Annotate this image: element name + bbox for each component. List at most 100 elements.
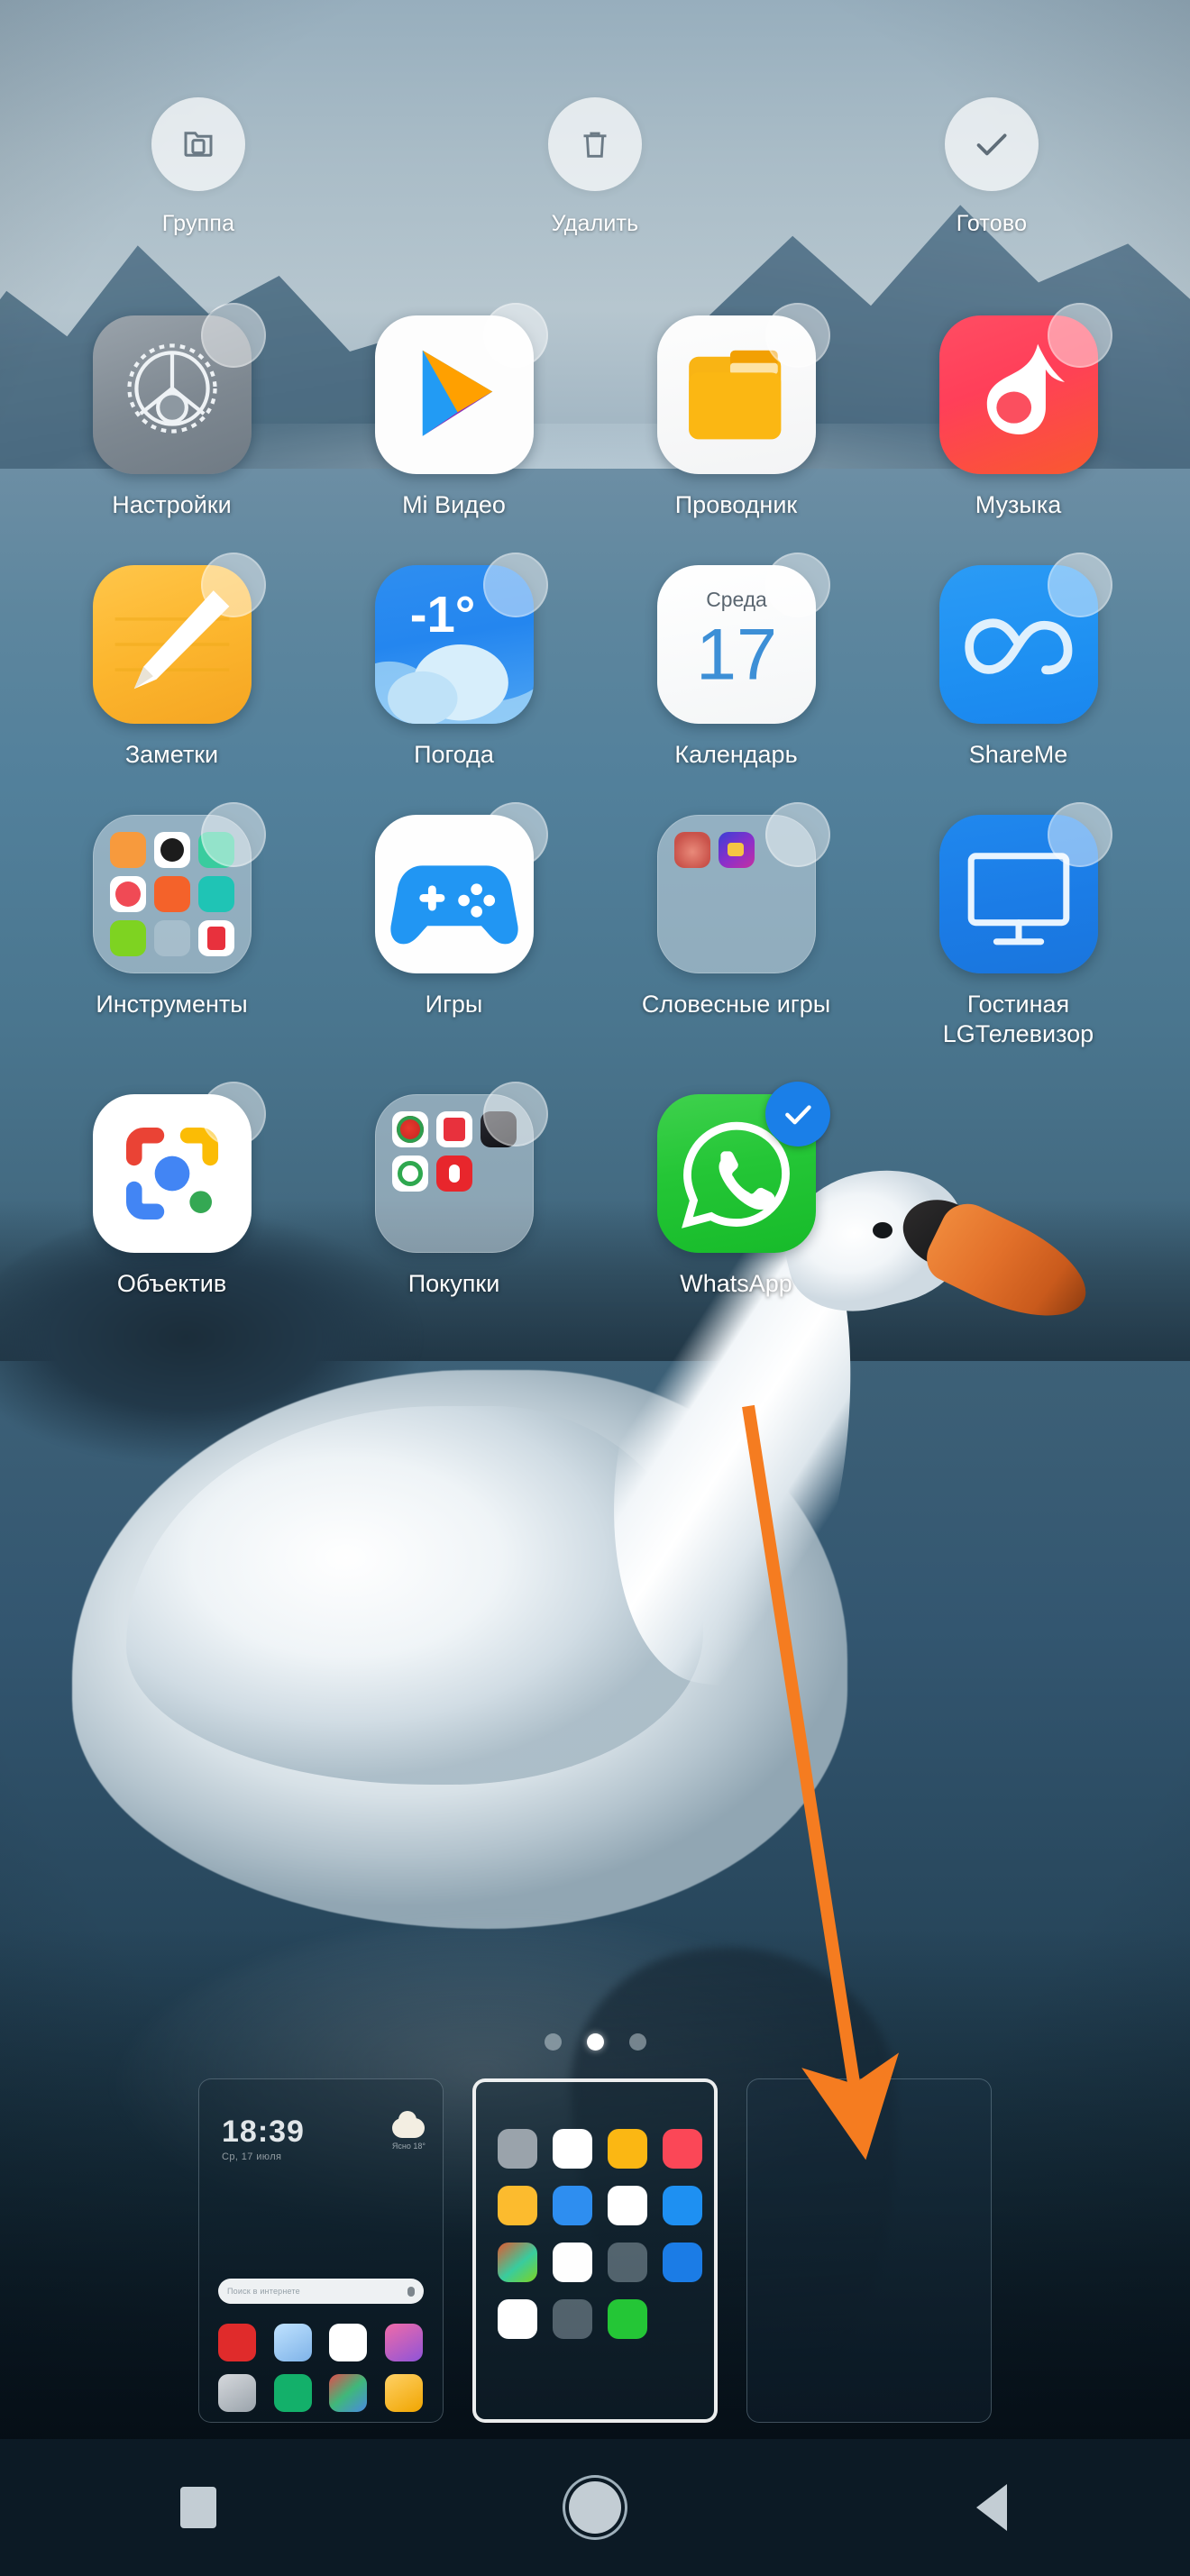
delete-action-button[interactable]: Удалить (500, 97, 690, 237)
selection-bubble[interactable] (1047, 801, 1112, 867)
mini-app-icon (663, 2243, 702, 2282)
selection-bubble[interactable] (200, 303, 266, 368)
selection-bubble[interactable] (764, 552, 830, 617)
selection-checkmark-badge[interactable] (764, 1081, 830, 1146)
app-label: Календарь (674, 740, 798, 768)
page-thumbnail-1[interactable]: 18:39 Ср, 17 июля Ясно 18° Поиск в интер… (198, 2078, 444, 2423)
svg-text:-1°: -1° (409, 586, 475, 643)
mini-app-icon (553, 2129, 592, 2169)
recents-button[interactable] (108, 2439, 288, 2576)
back-button[interactable] (902, 2439, 1082, 2576)
home-button[interactable] (505, 2439, 685, 2576)
app-cell-lg-tv[interactable]: Гостиная LGТелевизор (877, 801, 1159, 1049)
done-action-button[interactable]: Готово (897, 97, 1086, 237)
mini-icon (718, 831, 755, 868)
mini-icon (109, 831, 146, 868)
selection-bubble[interactable] (200, 552, 266, 617)
mini-app-icon (663, 2129, 702, 2169)
mini-icon (435, 1110, 472, 1147)
app-cell-settings[interactable]: Настройки (31, 303, 313, 520)
selection-bubble[interactable] (482, 303, 548, 368)
recents-square-icon (180, 2487, 216, 2528)
app-cell-file-manager[interactable]: Проводник (595, 303, 877, 520)
mini-app-icon (329, 2324, 367, 2361)
app-label: Инструменты (96, 990, 248, 1018)
app-label: WhatsApp (680, 1269, 792, 1297)
mini-app-icon (273, 2374, 312, 2412)
thumbnail-app-row (218, 2324, 424, 2412)
app-cell-music[interactable]: Музыка (877, 303, 1159, 520)
mini-app-icon (329, 2374, 367, 2412)
mini-icon (153, 919, 190, 956)
app-cell-games[interactable]: Игры (313, 801, 595, 1049)
selection-bubble[interactable] (764, 303, 830, 368)
mini-app-icon (218, 2324, 256, 2361)
edit-mode-toolbar: Группа Удалить Готово (0, 0, 1190, 297)
app-label: Проводник (674, 491, 798, 518)
mini-app-icon (498, 2299, 537, 2339)
page-dot-3[interactable] (628, 2033, 646, 2051)
page-thumbnail-strip: 18:39 Ср, 17 июля Ясно 18° Поиск в интер… (0, 2078, 1190, 2439)
app-cell-calendar[interactable]: Среда 17 Календарь (595, 552, 877, 770)
svg-text:Среда: Среда (706, 588, 767, 611)
svg-text:17: 17 (695, 615, 776, 696)
app-cell-whatsapp[interactable]: WhatsApp (595, 1081, 877, 1299)
page-indicator-dots (0, 2033, 1190, 2051)
group-action-label: Группа (161, 211, 235, 236)
mini-app-icon (608, 2299, 647, 2339)
selection-bubble[interactable] (200, 801, 266, 867)
mini-icon (435, 1155, 472, 1192)
page-thumbnail-2[interactable] (472, 2078, 718, 2423)
selection-bubble[interactable] (482, 801, 548, 867)
app-cell-word-games-folder[interactable]: Словесные игры (595, 801, 877, 1049)
home-circle-icon (569, 2481, 621, 2534)
mini-app-icon (663, 2186, 702, 2225)
page-dot-2[interactable] (586, 2033, 604, 2051)
mini-icon (391, 1155, 428, 1192)
mini-app-icon (553, 2243, 592, 2282)
app-label: Музыка (975, 491, 1062, 518)
weather-widget: Ясно 18° (392, 2111, 426, 2151)
app-label: Гостиная LGТелевизор (942, 990, 1094, 1047)
app-cell-shopping-folder[interactable]: Покупки (313, 1081, 595, 1299)
app-cell-notes[interactable]: Заметки (31, 552, 313, 770)
selection-bubble[interactable] (1047, 303, 1112, 368)
app-cell-tools-folder[interactable]: Инструменты (31, 801, 313, 1049)
mini-app-icon (384, 2374, 423, 2412)
app-label: Объектив (116, 1269, 227, 1297)
app-label: Игры (425, 990, 483, 1018)
clock-date: Ср, 17 июля (222, 2151, 282, 2162)
selection-bubble[interactable] (482, 1081, 548, 1146)
selection-bubble[interactable] (200, 1081, 266, 1146)
search-bar-thumbnail[interactable]: Поиск в интернете (218, 2279, 424, 2304)
mini-icon (153, 875, 190, 912)
app-cell-mi-video[interactable]: Mi Видео (313, 303, 595, 520)
clock-widget: 18:39 Ср, 17 июля (222, 2116, 305, 2162)
app-cell-google-lens[interactable]: Объектив (31, 1081, 313, 1299)
mic-icon (407, 2286, 415, 2297)
trash-icon (548, 97, 642, 191)
delete-action-label: Удалить (551, 211, 639, 236)
app-cell-shareme[interactable]: ShareMe (877, 552, 1159, 770)
app-label: Настройки (112, 491, 232, 518)
page-dot-1[interactable] (544, 2033, 562, 2051)
mini-app-icon (498, 2129, 537, 2169)
home-screen-app-grid: Настройки Mi Видео Проводник Музыка Заме… (0, 303, 1190, 1299)
mini-app-icon (608, 2186, 647, 2225)
group-action-button[interactable]: Группа (104, 97, 293, 237)
selection-bubble[interactable] (1047, 552, 1112, 617)
page-thumbnail-3[interactable] (746, 2078, 992, 2423)
app-cell-weather[interactable]: -1° Погода (313, 552, 595, 770)
app-label: Покупки (407, 1269, 500, 1297)
mini-app-icon (273, 2324, 312, 2361)
mini-app-icon (498, 2186, 537, 2225)
mini-app-icon (608, 2129, 647, 2169)
mini-icon (197, 875, 234, 912)
app-label: Словесные игры (641, 990, 831, 1018)
mini-icon (673, 831, 710, 868)
selection-bubble[interactable] (482, 552, 548, 617)
done-action-label: Готово (956, 211, 1028, 236)
selection-bubble[interactable] (764, 801, 830, 867)
app-label: ShareMe (968, 740, 1068, 768)
cloud-icon (392, 2111, 426, 2138)
